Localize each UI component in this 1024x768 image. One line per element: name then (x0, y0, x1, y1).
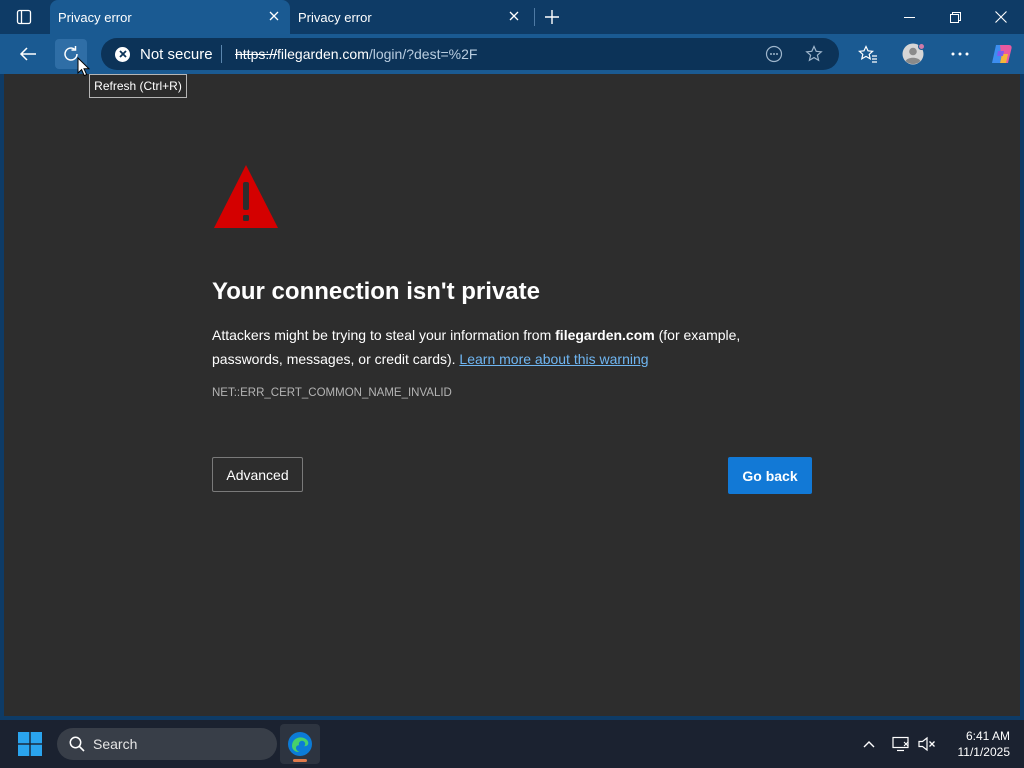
go-back-button[interactable]: Go back (728, 457, 812, 494)
tab-title: Privacy error (58, 10, 132, 25)
chevron-up-icon[interactable] (858, 732, 880, 756)
toolbar: Not secure https://filegarden.com/login/… (0, 34, 1024, 74)
error-page: Your connection isn't private Attackers … (4, 74, 1020, 716)
url-scheme: https:// (235, 46, 278, 62)
tab-title: Privacy error (298, 10, 372, 25)
favorite-star-icon[interactable] (803, 44, 825, 64)
error-code: NET::ERR_CERT_COMMON_NAME_INVALID (212, 387, 452, 399)
close-window-icon[interactable] (978, 0, 1024, 34)
tab-privacy-error-1[interactable]: Privacy error (50, 0, 290, 34)
new-tab-plus-icon[interactable] (540, 5, 564, 29)
search-label: Search (93, 736, 138, 752)
learn-more-link[interactable]: Learn more about this warning (459, 351, 648, 367)
network-icon[interactable] (890, 732, 912, 756)
profile-avatar[interactable] (898, 39, 930, 69)
url-host: filegarden.com (277, 46, 369, 62)
back-arrow-icon[interactable] (12, 39, 44, 69)
close-icon[interactable] (506, 8, 522, 24)
volume-muted-icon[interactable] (916, 732, 938, 756)
active-app-indicator (293, 759, 307, 762)
search-icon (69, 736, 85, 752)
warning-triangle-icon (212, 162, 280, 235)
reading-view-icon[interactable] (763, 44, 785, 64)
clock-date: 11/1/2025 (957, 745, 1011, 759)
tab-divider (534, 8, 535, 26)
url-text[interactable]: https://filegarden.com/login/?dest=%2F (235, 46, 477, 62)
description-text: Attackers might be trying to steal your … (212, 327, 556, 343)
minimize-icon[interactable] (886, 0, 932, 34)
taskbar: Search 6:41 AM 11/1/2025 (0, 720, 1024, 768)
tab-actions-icon[interactable] (6, 5, 42, 29)
url-path: /login/?dest=%2F (368, 46, 478, 62)
edge-taskbar-icon[interactable] (280, 724, 320, 764)
clock-time: 6:41 AM (965, 729, 1010, 743)
warning-description: Attackers might be trying to steal your … (212, 323, 772, 371)
system-clock[interactable]: 6:41 AM 11/1/2025 (944, 728, 1011, 760)
page-title: Your connection isn't private (212, 278, 540, 305)
more-options-icon[interactable] (944, 39, 976, 69)
tab-privacy-error-2[interactable]: Privacy error (290, 0, 530, 34)
favorites-icon[interactable] (852, 39, 884, 69)
copilot-icon[interactable] (986, 39, 1018, 69)
restore-icon[interactable] (932, 0, 978, 34)
tab-bar: Privacy error Privacy error (0, 0, 1024, 34)
address-bar[interactable]: Not secure https://filegarden.com/login/… (101, 38, 839, 70)
close-icon[interactable] (266, 8, 282, 24)
not-secure-icon (115, 46, 130, 62)
mouse-cursor-icon (77, 56, 91, 82)
browser-window: Privacy error Privacy error Not secure h… (0, 0, 1024, 720)
security-label: Not secure (140, 45, 213, 63)
windows-start-icon[interactable] (18, 732, 42, 756)
description-host: filegarden.com (555, 327, 655, 343)
taskbar-search-box[interactable]: Search (57, 728, 277, 760)
not-secure-chip[interactable]: Not secure (115, 45, 213, 63)
refresh-tooltip: Refresh (Ctrl+R) (89, 74, 187, 98)
omnibox-divider (221, 45, 222, 63)
advanced-button[interactable]: Advanced (212, 457, 303, 492)
